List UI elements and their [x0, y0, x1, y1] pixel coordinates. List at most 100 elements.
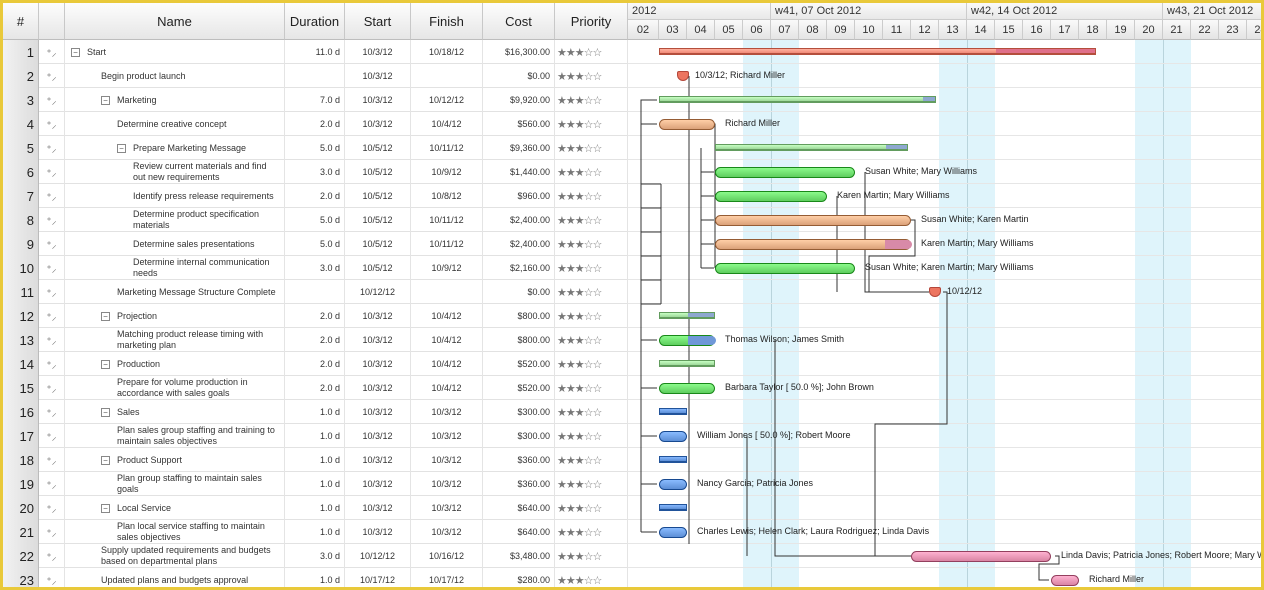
star-empty-icon[interactable]: ☆ [584, 430, 594, 443]
task-duration[interactable] [285, 64, 345, 88]
star-empty-icon[interactable]: ☆ [593, 190, 603, 203]
star-filled-icon[interactable]: ★ [575, 190, 585, 203]
task-link-icon[interactable]: ⁺⸝ [39, 568, 65, 587]
task-link-icon[interactable]: ⁺⸝ [39, 136, 65, 160]
task-start[interactable]: 10/3/12 [345, 472, 411, 496]
star-filled-icon[interactable]: ★ [566, 46, 576, 59]
star-empty-icon[interactable]: ☆ [584, 526, 594, 539]
task-name[interactable]: − Sales [65, 400, 285, 424]
star-empty-icon[interactable]: ☆ [584, 142, 594, 155]
star-filled-icon[interactable]: ★ [566, 214, 576, 227]
task-start[interactable]: 10/12/12 [345, 280, 411, 304]
task-finish[interactable]: 10/11/12 [411, 136, 483, 160]
star-empty-icon[interactable]: ☆ [593, 382, 603, 395]
star-filled-icon[interactable]: ★ [575, 550, 585, 563]
task-cost[interactable]: $800.00 [483, 304, 555, 328]
task-cost[interactable]: $960.00 [483, 184, 555, 208]
task-link-icon[interactable]: ⁺⸝ [39, 304, 65, 328]
priority-rating[interactable]: ★ ★ ★ ☆ ☆ [555, 280, 628, 304]
star-empty-icon[interactable]: ☆ [593, 262, 603, 275]
star-filled-icon[interactable]: ★ [575, 262, 585, 275]
task-finish[interactable] [411, 64, 483, 88]
priority-rating[interactable]: ★ ★ ★ ☆ ☆ [555, 448, 628, 472]
star-filled-icon[interactable]: ★ [575, 142, 585, 155]
star-filled-icon[interactable]: ★ [557, 526, 567, 539]
task-duration[interactable]: 2.0 d [285, 376, 345, 400]
star-empty-icon[interactable]: ☆ [593, 406, 603, 419]
task-duration[interactable]: 2.0 d [285, 352, 345, 376]
task-start[interactable]: 10/3/12 [345, 328, 411, 352]
table-row[interactable]: 19 ⁺⸝ Plan group staffing to maintain sale… [3, 472, 628, 496]
table-row[interactable]: 13 ⁺⸝ Matching product release timing with… [3, 328, 628, 352]
table-row[interactable]: 22 ⁺⸝ Supply updated requirements and budg… [3, 544, 628, 568]
star-filled-icon[interactable]: ★ [575, 166, 585, 179]
task-cost[interactable]: $640.00 [483, 496, 555, 520]
summary-bar[interactable] [659, 504, 687, 511]
star-filled-icon[interactable]: ★ [566, 238, 576, 251]
priority-rating[interactable]: ★ ★ ★ ☆ ☆ [555, 184, 628, 208]
star-empty-icon[interactable]: ☆ [593, 550, 603, 563]
star-filled-icon[interactable]: ★ [575, 358, 585, 371]
task-name[interactable]: − Product Support [65, 448, 285, 472]
task-bar[interactable] [659, 431, 687, 442]
task-duration[interactable]: 5.0 d [285, 136, 345, 160]
star-filled-icon[interactable]: ★ [557, 286, 567, 299]
star-filled-icon[interactable]: ★ [557, 262, 567, 275]
star-filled-icon[interactable]: ★ [575, 286, 585, 299]
task-cost[interactable]: $0.00 [483, 280, 555, 304]
star-filled-icon[interactable]: ★ [557, 382, 567, 395]
task-link-icon[interactable]: ⁺⸝ [39, 184, 65, 208]
priority-rating[interactable]: ★ ★ ★ ☆ ☆ [555, 136, 628, 160]
task-finish[interactable]: 10/4/12 [411, 304, 483, 328]
table-row[interactable]: 3 ⁺⸝ − Marketing 7.0 d 10/3/12 10/12/12 $9,920.… [3, 88, 628, 112]
summary-bar[interactable] [659, 408, 687, 415]
star-filled-icon[interactable]: ★ [575, 334, 585, 347]
task-name[interactable]: Marketing Message Structure Complete [65, 280, 285, 304]
task-cost[interactable]: $300.00 [483, 400, 555, 424]
star-filled-icon[interactable]: ★ [566, 190, 576, 203]
column-header-name[interactable]: Name [65, 3, 285, 40]
star-filled-icon[interactable]: ★ [557, 430, 567, 443]
task-bar[interactable] [911, 551, 1051, 562]
summary-bar[interactable] [659, 48, 1096, 55]
collapse-icon[interactable]: − [101, 311, 110, 321]
star-filled-icon[interactable]: ★ [557, 358, 567, 371]
collapse-icon[interactable]: − [101, 95, 110, 105]
star-empty-icon[interactable]: ☆ [584, 190, 594, 203]
task-finish[interactable]: 10/9/12 [411, 256, 483, 280]
task-link-icon[interactable]: ⁺⸝ [39, 160, 65, 184]
task-start[interactable]: 10/3/12 [345, 352, 411, 376]
star-filled-icon[interactable]: ★ [575, 478, 585, 491]
star-filled-icon[interactable]: ★ [575, 574, 585, 587]
table-row[interactable]: 2 ⁺⸝ Begin product launch 10/3/12 $0.00 ★ ★ ★ ☆ ☆ [3, 64, 628, 88]
column-header-cost[interactable]: Cost [483, 3, 555, 40]
star-filled-icon[interactable]: ★ [557, 118, 567, 131]
task-name[interactable]: Determine sales presentations [65, 232, 285, 256]
task-finish[interactable]: 10/3/12 [411, 424, 483, 448]
task-name[interactable]: Determine product specification material… [65, 208, 285, 232]
star-filled-icon[interactable]: ★ [557, 238, 567, 251]
task-start[interactable]: 10/5/12 [345, 208, 411, 232]
task-finish[interactable]: 10/3/12 [411, 520, 483, 544]
column-header-start[interactable]: Start [345, 3, 411, 40]
table-row[interactable]: 6 ⁺⸝ Review current materials and find out… [3, 160, 628, 184]
task-bar[interactable] [715, 263, 855, 274]
star-empty-icon[interactable]: ☆ [593, 142, 603, 155]
column-header-duration[interactable]: Duration [285, 3, 345, 40]
task-cost[interactable]: $16,300.00 [483, 40, 555, 64]
star-empty-icon[interactable]: ☆ [584, 574, 594, 587]
star-filled-icon[interactable]: ★ [566, 118, 576, 131]
star-filled-icon[interactable]: ★ [566, 166, 576, 179]
task-start[interactable]: 10/17/12 [345, 568, 411, 587]
task-start[interactable]: 10/3/12 [345, 112, 411, 136]
task-duration[interactable]: 1.0 d [285, 520, 345, 544]
star-filled-icon[interactable]: ★ [557, 214, 567, 227]
task-duration[interactable]: 1.0 d [285, 472, 345, 496]
star-filled-icon[interactable]: ★ [575, 70, 585, 83]
task-cost[interactable]: $300.00 [483, 424, 555, 448]
task-bar[interactable] [715, 191, 827, 202]
table-row[interactable]: 11 ⁺⸝ Marketing Message Structure Complete… [3, 280, 628, 304]
task-link-icon[interactable]: ⁺⸝ [39, 352, 65, 376]
star-filled-icon[interactable]: ★ [575, 502, 585, 515]
star-filled-icon[interactable]: ★ [575, 406, 585, 419]
